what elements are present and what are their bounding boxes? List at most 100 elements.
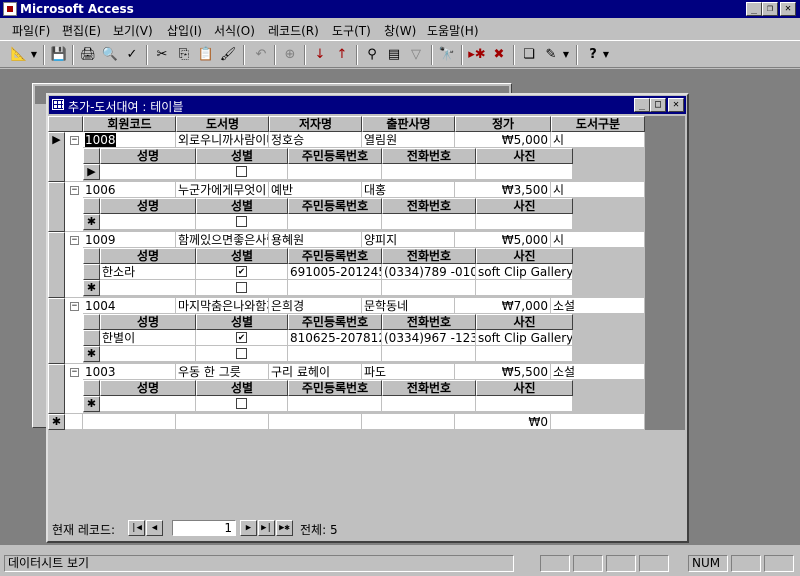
cell-book-title[interactable]: 외로우니까사람이다 xyxy=(176,132,269,148)
sub-col-header-name[interactable]: 성명 xyxy=(100,148,196,164)
new-record-icon[interactable]: ▸✱ xyxy=(466,45,488,65)
save-icon[interactable]: 💾 xyxy=(48,45,70,65)
sub-cell-ssn[interactable]: 691005-2012457 xyxy=(288,264,382,280)
sub-col-header-ssn[interactable]: 주민등록번호 xyxy=(288,148,382,164)
cell-book-title[interactable]: 누군가에게무엇이 xyxy=(176,182,269,198)
col-header-category[interactable]: 도서구분 xyxy=(551,116,645,132)
sub-col-header-name[interactable]: 성명 xyxy=(100,198,196,214)
sub-col-header-photo[interactable]: 사진 xyxy=(476,314,573,330)
sub-cell-photo[interactable] xyxy=(476,214,573,230)
sub-col-header-photo[interactable]: 사진 xyxy=(476,248,573,264)
col-header-author[interactable]: 저자명 xyxy=(269,116,362,132)
sub-cell-name[interactable]: 한별이 xyxy=(100,330,196,346)
sub-col-header-photo[interactable]: 사진 xyxy=(476,148,573,164)
sub-col-header-ssn[interactable]: 주민등록번호 xyxy=(288,314,382,330)
filter-by-form-icon[interactable]: ▤ xyxy=(383,45,405,65)
sub-record-selector[interactable] xyxy=(83,264,100,280)
cell-member-code[interactable]: 1009 xyxy=(83,232,176,248)
sub-col-header-gender[interactable]: 성별 xyxy=(196,248,288,264)
cell-category[interactable]: 소설 xyxy=(551,298,645,314)
cut-icon[interactable]: ✂ xyxy=(151,45,173,65)
col-header-publisher[interactable]: 출판사명 xyxy=(362,116,455,132)
maximize-icon[interactable]: □ xyxy=(650,98,666,112)
col-header-price[interactable]: 정가 xyxy=(455,116,551,132)
sort-ascending-icon[interactable]: ↓ xyxy=(309,45,331,65)
sub-cell-gender[interactable] xyxy=(196,164,288,180)
cell-book-title[interactable]: 마지막춤은나와함께 xyxy=(176,298,269,314)
sub-cell-phone[interactable]: (0334)789 -0102 xyxy=(382,264,476,280)
print-icon[interactable]: 🖨 xyxy=(77,45,99,65)
first-record-icon[interactable]: |◀ xyxy=(128,520,145,536)
collapse-icon[interactable]: − xyxy=(70,136,79,145)
last-record-icon[interactable]: ▶| xyxy=(258,520,275,536)
cell-publisher[interactable]: 문학동네 xyxy=(362,298,455,314)
collapse-icon[interactable]: − xyxy=(70,236,79,245)
copy-icon[interactable]: ⎘ xyxy=(173,45,195,65)
sub-col-header-phone[interactable]: 전화번호 xyxy=(382,380,476,396)
sub-col-header-ssn[interactable]: 주민등록번호 xyxy=(288,248,382,264)
sub-col-header-phone[interactable]: 전화번호 xyxy=(382,148,476,164)
minimize-icon[interactable]: _ xyxy=(634,98,650,112)
chevron-down-icon[interactable]: ▼ xyxy=(600,45,612,65)
cell-member-code[interactable] xyxy=(83,414,176,430)
cell-price[interactable]: ₩0 xyxy=(455,414,551,430)
sub-col-header-name[interactable]: 성명 xyxy=(100,380,196,396)
cell-book-title[interactable]: 우동 한 그릇 xyxy=(176,364,269,380)
sub-cell-photo[interactable] xyxy=(476,396,573,412)
cell-author[interactable]: 은희경 xyxy=(269,298,362,314)
record-selector[interactable] xyxy=(48,232,65,298)
sub-cell-name[interactable] xyxy=(100,346,196,362)
sub-col-header-ssn[interactable]: 주민등록번호 xyxy=(288,380,382,396)
cell-author[interactable]: 예반 xyxy=(269,182,362,198)
menu-tools[interactable]: 도구(T) xyxy=(332,22,371,39)
sub-cell-name[interactable] xyxy=(100,164,196,180)
sub-cell-name[interactable] xyxy=(100,214,196,230)
gender-checkbox[interactable] xyxy=(236,348,247,359)
sub-cell-name[interactable] xyxy=(100,396,196,412)
new-object-icon[interactable]: ✎ xyxy=(540,45,562,65)
record-selector[interactable] xyxy=(48,182,65,232)
cell-category[interactable]: 시 xyxy=(551,232,645,248)
collapse-icon[interactable]: − xyxy=(70,186,79,195)
gender-checkbox-checked[interactable]: ✔ xyxy=(236,266,247,277)
gender-checkbox[interactable] xyxy=(236,282,247,293)
sub-cell-ssn[interactable] xyxy=(288,214,382,230)
cell-publisher[interactable]: 대홍 xyxy=(362,182,455,198)
cell-book-title[interactable] xyxy=(176,414,269,430)
col-header-book-title[interactable]: 도서명 xyxy=(176,116,269,132)
format-painter-icon[interactable]: 🖌 xyxy=(217,45,239,65)
sub-cell-phone[interactable] xyxy=(382,164,476,180)
apply-filter-icon[interactable]: ▽ xyxy=(405,45,427,65)
menu-window[interactable]: 창(W) xyxy=(384,22,416,39)
sub-select-all-corner[interactable] xyxy=(83,198,100,214)
gender-checkbox[interactable] xyxy=(236,216,247,227)
sub-col-header-gender[interactable]: 성별 xyxy=(196,148,288,164)
filter-by-selection-icon[interactable]: ⚲ xyxy=(361,45,383,65)
sub-select-all-corner[interactable] xyxy=(83,248,100,264)
sub-col-header-photo[interactable]: 사진 xyxy=(476,198,573,214)
cell-member-code[interactable]: 1006 xyxy=(83,182,176,198)
sub-cell-photo[interactable]: soft Clip Gallery xyxy=(476,330,573,346)
cell-price[interactable]: ₩5,000 xyxy=(455,232,551,248)
sub-col-header-phone[interactable]: 전화번호 xyxy=(382,248,476,264)
cell-price[interactable]: ₩5,500 xyxy=(455,364,551,380)
sub-cell-ssn[interactable]: 810625-2078124 xyxy=(288,330,382,346)
cell-author[interactable]: 용혜원 xyxy=(269,232,362,248)
sub-new-record-selector[interactable]: ✱ xyxy=(83,346,100,362)
sub-record-selector[interactable]: ▶ xyxy=(83,164,100,180)
collapse-icon[interactable]: − xyxy=(70,368,79,377)
sub-cell-phone[interactable]: (0334)967 -1234 xyxy=(382,330,476,346)
sub-cell-gender[interactable] xyxy=(196,214,288,230)
cell-category[interactable]: 시 xyxy=(551,132,645,148)
cell-price[interactable]: ₩3,500 xyxy=(455,182,551,198)
find-icon[interactable]: 🔭 xyxy=(436,45,458,65)
sub-cell-photo[interactable] xyxy=(476,346,573,362)
col-header-member-code[interactable]: 회원코드 xyxy=(83,116,176,132)
cell-price[interactable]: ₩5,000 xyxy=(455,132,551,148)
menu-file[interactable]: 파일(F) xyxy=(12,22,50,39)
cell-author[interactable]: 구리 료헤이 xyxy=(269,364,362,380)
new-record-nav-icon[interactable]: ▶✱ xyxy=(276,520,293,536)
new-record-selector[interactable]: ✱ xyxy=(48,414,65,430)
cell-member-code[interactable]: 1003 xyxy=(83,364,176,380)
sub-cell-ssn[interactable] xyxy=(288,346,382,362)
